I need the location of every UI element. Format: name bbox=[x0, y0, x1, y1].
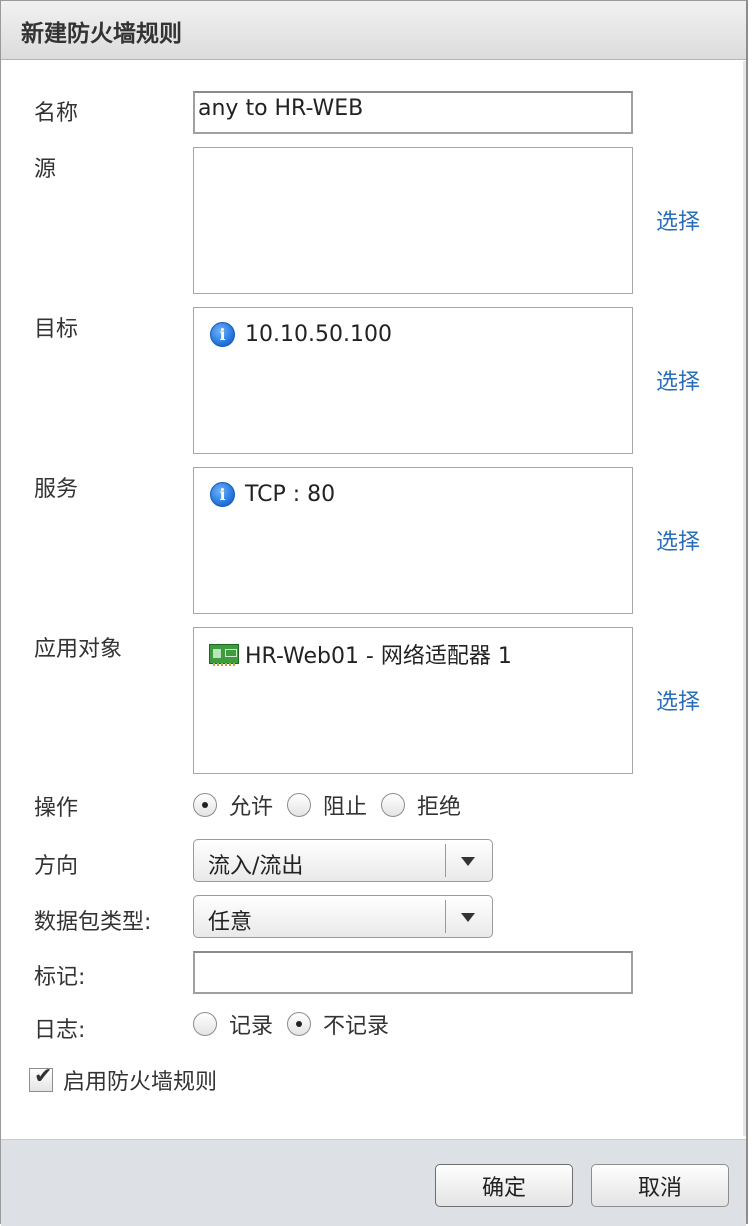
log-label: 日志: bbox=[34, 1018, 86, 1043]
source-select-link[interactable]: 选择 bbox=[656, 204, 700, 236]
new-firewall-rule-dialog: 新建防火墙规则 名称 any to HR-WEB 源 选择 目标 i 10.10… bbox=[0, 0, 748, 1226]
packet-type-dropdown[interactable]: 任意 bbox=[193, 895, 493, 938]
enable-rule-label[interactable]: 启用防火墙规则 bbox=[63, 1064, 217, 1096]
dropdown-divider bbox=[445, 900, 446, 933]
action-allow-label[interactable]: 允许 bbox=[229, 789, 273, 821]
dialog-footer: 确定 取消 bbox=[1, 1139, 746, 1226]
name-input[interactable]: any to HR-WEB bbox=[193, 91, 633, 134]
action-block-label[interactable]: 阻止 bbox=[323, 789, 367, 821]
checkmark-icon: ✔ bbox=[34, 1064, 53, 1089]
applied-to-list[interactable]: HR-Web01 - 网络适配器 1 bbox=[193, 627, 633, 774]
action-allow-radio[interactable] bbox=[193, 793, 217, 817]
direction-dropdown[interactable]: 流入/流出 bbox=[193, 839, 493, 882]
log-no-record-label[interactable]: 不记录 bbox=[323, 1008, 389, 1040]
log-no-record-radio[interactable] bbox=[287, 1012, 312, 1036]
action-label: 操作 bbox=[34, 796, 79, 821]
chevron-down-icon[interactable] bbox=[461, 913, 475, 922]
action-reject-radio[interactable] bbox=[381, 793, 406, 817]
action-radio-group: 允许 阻止 拒绝 bbox=[193, 789, 475, 821]
applied-to-item-text: HR-Web01 - 网络适配器 1 bbox=[245, 644, 512, 669]
destination-item[interactable]: i 10.10.50.100 bbox=[210, 320, 392, 348]
dialog-title: 新建防火墙规则 bbox=[21, 21, 182, 47]
service-select-link[interactable]: 选择 bbox=[656, 524, 700, 556]
direction-value: 流入/流出 bbox=[208, 854, 304, 879]
dialog-titlebar: 新建防火墙规则 bbox=[1, 1, 746, 60]
packet-type-label: 数据包类型: bbox=[34, 910, 152, 935]
network-adapter-icon bbox=[209, 644, 239, 666]
dropdown-divider bbox=[445, 844, 446, 877]
service-list[interactable]: i TCP : 80 bbox=[193, 467, 633, 614]
log-radio-group: 记录 不记录 bbox=[193, 1008, 403, 1040]
destination-item-text: 10.10.50.100 bbox=[245, 321, 392, 347]
source-label: 源 bbox=[34, 157, 57, 182]
direction-label: 方向 bbox=[34, 854, 79, 879]
cancel-button[interactable]: 取消 bbox=[591, 1164, 729, 1207]
applied-to-item[interactable]: HR-Web01 - 网络适配器 1 bbox=[209, 640, 512, 669]
service-item-text: TCP : 80 bbox=[245, 481, 336, 507]
applied-to-label: 应用对象 bbox=[34, 637, 123, 662]
chevron-down-icon[interactable] bbox=[461, 857, 475, 866]
source-list[interactable] bbox=[193, 147, 633, 294]
log-record-label[interactable]: 记录 bbox=[229, 1008, 273, 1040]
scroll-edge bbox=[743, 61, 746, 1136]
service-label: 服务 bbox=[34, 477, 79, 502]
info-icon: i bbox=[210, 321, 235, 347]
tag-label: 标记: bbox=[34, 965, 86, 990]
tag-input[interactable] bbox=[193, 951, 633, 994]
packet-type-value: 任意 bbox=[208, 910, 253, 935]
action-reject-label[interactable]: 拒绝 bbox=[417, 789, 461, 821]
info-icon: i bbox=[210, 481, 235, 507]
destination-list[interactable]: i 10.10.50.100 bbox=[193, 307, 633, 454]
applied-to-select-link[interactable]: 选择 bbox=[656, 684, 700, 716]
destination-select-link[interactable]: 选择 bbox=[656, 364, 700, 396]
destination-label: 目标 bbox=[34, 317, 79, 342]
name-label: 名称 bbox=[34, 101, 79, 126]
name-input-value: any to HR-WEB bbox=[198, 96, 364, 121]
service-item[interactable]: i TCP : 80 bbox=[210, 480, 335, 508]
action-block-radio[interactable] bbox=[287, 793, 312, 817]
log-record-radio[interactable] bbox=[193, 1012, 217, 1036]
enable-rule-checkbox[interactable]: ✔ bbox=[29, 1064, 53, 1092]
ok-button[interactable]: 确定 bbox=[435, 1164, 573, 1207]
enable-rule-row[interactable]: ✔ 启用防火墙规则 bbox=[29, 1064, 217, 1096]
